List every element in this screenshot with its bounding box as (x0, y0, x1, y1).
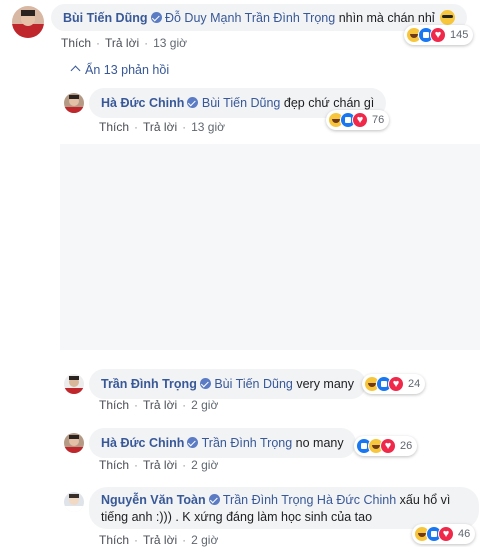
comment-actions: Thích · Trả lời · 13 giờ (99, 120, 225, 134)
comment-author[interactable]: Trần Đình Trọng (101, 377, 197, 391)
comment-bubble: Nguyễn Văn Toàn Trần Đình Trọng Hà Đức C… (89, 487, 479, 529)
reply-link[interactable]: Trả lời (143, 120, 177, 134)
comment-text: very many (296, 377, 354, 391)
hide-replies-link[interactable]: Ẩn 13 phản hồi (70, 63, 169, 77)
reaction-summary[interactable]: 24 (362, 374, 426, 394)
reaction-summary[interactable]: 76 (326, 110, 390, 130)
avatar[interactable] (12, 6, 44, 38)
avatar[interactable] (64, 374, 84, 394)
comment-actions: Thích · Trả lời · 2 giờ (99, 533, 219, 547)
comment-tags[interactable]: Trần Đình Trọng Hà Đức Chinh (223, 493, 396, 507)
reply-link[interactable]: Trả lời (143, 398, 177, 412)
verified-icon (208, 494, 220, 505)
like-link[interactable]: Thích (99, 398, 129, 412)
verified-icon (187, 97, 199, 108)
love-icon (430, 27, 446, 43)
comment-author[interactable]: Bùi Tiến Dũng (63, 11, 148, 25)
comment-author[interactable]: Hà Đức Chinh (101, 96, 184, 110)
timestamp[interactable]: 13 giờ (191, 120, 225, 134)
avatar[interactable] (64, 492, 84, 512)
like-link[interactable]: Thích (99, 533, 129, 547)
attached-image[interactable] (60, 144, 480, 350)
like-link[interactable]: Thích (61, 36, 91, 50)
reaction-summary[interactable]: 145 (404, 25, 474, 45)
reply-link[interactable]: Trả lời (105, 36, 139, 50)
comment-tags[interactable]: Bùi Tiến Dũng (214, 377, 293, 391)
timestamp[interactable]: 2 giờ (191, 398, 218, 412)
verified-icon (187, 437, 199, 448)
love-icon (438, 526, 454, 542)
reaction-count: 145 (450, 29, 469, 41)
comment-actions: Thích · Trả lời · 2 giờ (99, 398, 219, 412)
comment-tags[interactable]: Trần Đình Trọng (202, 436, 293, 450)
timestamp[interactable]: 2 giờ (191, 458, 218, 472)
reply-link[interactable]: Trả lời (143, 458, 177, 472)
comment-text: nhìn mà chán nhỉ (338, 11, 435, 25)
avatar[interactable] (64, 433, 84, 453)
comment-author[interactable]: Hà Đức Chinh (101, 436, 184, 450)
reaction-summary[interactable]: 26 (354, 436, 418, 456)
love-icon (388, 376, 404, 392)
love-icon (352, 112, 368, 128)
like-link[interactable]: Thích (99, 458, 129, 472)
reaction-count: 46 (458, 528, 471, 540)
comment-text: no many (295, 436, 344, 450)
reaction-summary[interactable]: 46 (412, 524, 476, 544)
comment-bubble: Bùi Tiến Dũng Đỗ Duy Mạnh Trần Đình Trọn… (51, 4, 468, 31)
verified-icon (150, 12, 162, 23)
reaction-count: 26 (400, 440, 413, 452)
comment-author[interactable]: Nguyễn Văn Toàn (101, 493, 206, 507)
reaction-count: 76 (372, 114, 385, 126)
reply-link[interactable]: Trả lời (143, 533, 177, 547)
comment-tags[interactable]: Đỗ Duy Mạnh Trần Đình Trọng (165, 11, 335, 25)
comment-actions: Thích · Trả lời · 2 giờ (99, 458, 219, 472)
reaction-count: 24 (408, 378, 421, 390)
avatar[interactable] (64, 93, 84, 113)
comment-actions: Thích · Trả lời · 13 giờ (61, 36, 187, 50)
like-link[interactable]: Thích (99, 120, 129, 134)
timestamp[interactable]: 13 giờ (153, 36, 187, 50)
love-icon (380, 438, 396, 454)
chevron-up-icon (70, 65, 81, 76)
comment-tags[interactable]: Bùi Tiến Dũng (202, 96, 281, 110)
verified-icon (199, 378, 211, 389)
comment-text: đẹp chứ chán gì (283, 96, 375, 110)
comment-bubble: Trần Đình Trọng Bùi Tiến Dũng very many (89, 369, 366, 399)
comment-bubble: Hà Đức Chinh Trần Đình Trọng no many (89, 428, 356, 458)
timestamp[interactable]: 2 giờ (191, 533, 218, 547)
cool-emoji-icon (440, 10, 456, 25)
